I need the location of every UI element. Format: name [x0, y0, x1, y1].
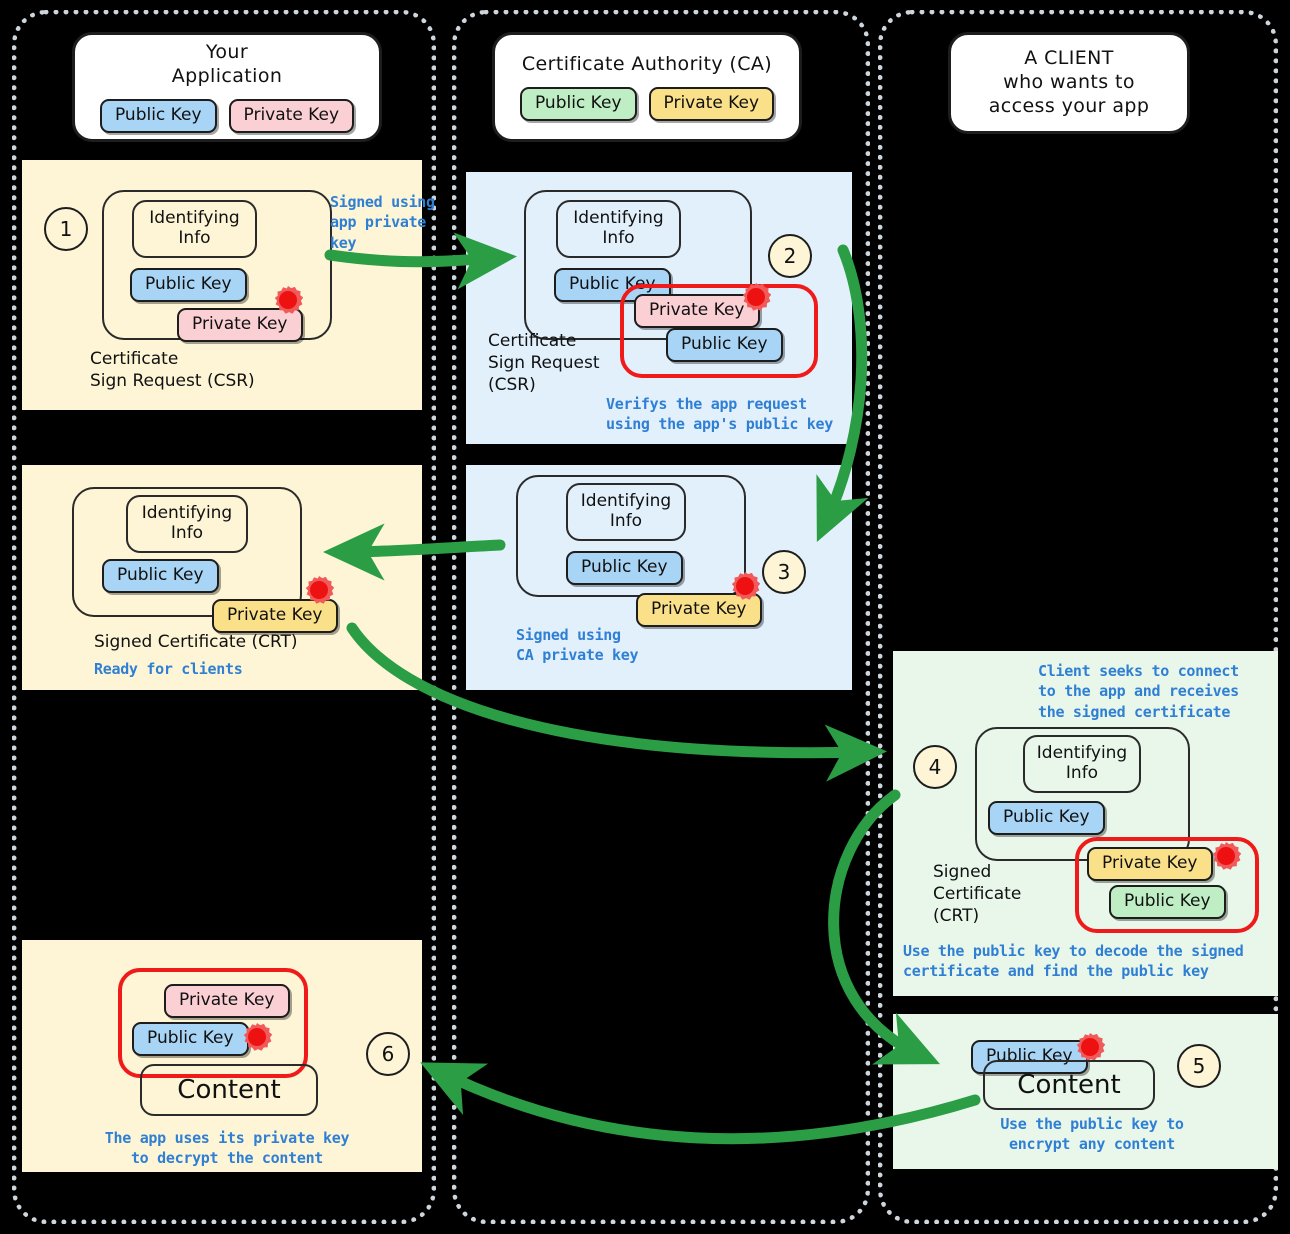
panel-step-3: 3 Identifying Info Public Key Private Ke…	[466, 465, 852, 690]
wax-seal-icon	[274, 286, 303, 314]
step-number-2: 2	[768, 234, 812, 278]
step-number-4: 4	[913, 745, 957, 789]
header-keys-certificate-authority: Public Key Private Key	[519, 87, 775, 121]
ring-public-key-pill: Public Key	[1109, 885, 1226, 919]
wax-seal-icon	[1076, 1033, 1105, 1061]
wax-seal-icon	[742, 283, 771, 311]
step-number-5: 5	[1177, 1044, 1221, 1088]
step-4-caption: Signed Certificate (CRT)	[933, 862, 1022, 927]
step-number-3: 3	[762, 550, 806, 594]
wax-seal-icon	[243, 1023, 272, 1051]
public-key-pill: Public Key	[988, 801, 1105, 835]
public-key-pill: Public Key	[132, 1022, 249, 1056]
public-key-pill: Public Key	[566, 551, 683, 585]
diagram-canvas: Your Application Public Key Private Key …	[0, 0, 1290, 1234]
step-1-caption: Certificate Sign Request (CSR)	[90, 349, 255, 392]
content-box: Content	[140, 1064, 318, 1116]
key-pill-public: Public Key	[519, 87, 637, 121]
identifying-info-box: Identifying Info	[126, 495, 248, 553]
wax-seal-icon	[1212, 842, 1241, 870]
step-number-1: 1	[44, 207, 88, 251]
key-pill-private: Private Key	[228, 98, 355, 133]
private-key-pill: Private Key	[164, 984, 290, 1018]
step-number-6: 6	[366, 1032, 410, 1076]
step-6-note: The app uses its private key to decrypt …	[104, 1129, 350, 1168]
public-key-pill: Public Key	[130, 268, 247, 302]
step-2-caption: Certificate Sign Request (CSR)	[488, 331, 600, 396]
private-key-pill: Private Key	[1087, 847, 1213, 881]
signed-certificate-caption: Signed Certificate (CRT)	[94, 632, 298, 652]
identifying-info-box: Identifying Info	[1023, 735, 1141, 793]
step-4-note: Use the public key to decode the signed …	[903, 942, 1244, 981]
signed-certificate-note: Ready for clients	[94, 660, 243, 678]
wax-seal-icon	[305, 576, 334, 604]
identifying-info-box: Identifying Info	[132, 200, 257, 258]
content-box: Content	[983, 1060, 1155, 1110]
key-pill-private: Private Key	[648, 87, 775, 121]
header-card-client: A CLIENT who wants to access your app	[948, 32, 1190, 134]
identifying-info-box: Identifying Info	[556, 200, 681, 258]
step-2-note: Verifys the app request using the app's …	[606, 395, 834, 434]
panel-step-5: 5 Public Key Content Use the public key …	[893, 1014, 1278, 1169]
header-title-client: A CLIENT who wants to access your app	[988, 47, 1150, 117]
panel-step-2: 2 Identifying Info Public Key Private Ke…	[466, 172, 852, 444]
wax-seal-icon	[731, 572, 760, 600]
public-key-pill: Public Key	[102, 559, 219, 593]
ring-public-key-pill: Public Key	[666, 328, 783, 362]
key-pill-public: Public Key	[99, 98, 217, 133]
header-title-your-application: Your Application	[171, 41, 283, 88]
panel-step-4: Client seeks to connect to the app and r…	[893, 651, 1278, 996]
header-title-certificate-authority: Certificate Authority (CA)	[521, 53, 773, 76]
header-keys-your-application: Public Key Private Key	[99, 98, 355, 133]
header-card-your-application: Your Application Public Key Private Key	[72, 32, 382, 142]
panel-signed-certificate-app: Identifying Info Public Key Private Key …	[22, 465, 422, 690]
identifying-info-box: Identifying Info	[566, 483, 686, 541]
panel-step-6: 6 Private Key Public Key Content The app…	[22, 940, 422, 1172]
panel-step-1: 1 Identifying Info Public Key Private Ke…	[22, 160, 435, 410]
step-4-top-note: Client seeks to connect to the app and r…	[1038, 662, 1239, 721]
step-1-note: Signed using app private key	[330, 193, 435, 252]
step-5-note: Use the public key to encrypt any conten…	[1000, 1115, 1184, 1154]
header-card-certificate-authority: Certificate Authority (CA) Public Key Pr…	[492, 32, 802, 142]
step-3-note: Signed using CA private key	[516, 626, 639, 665]
